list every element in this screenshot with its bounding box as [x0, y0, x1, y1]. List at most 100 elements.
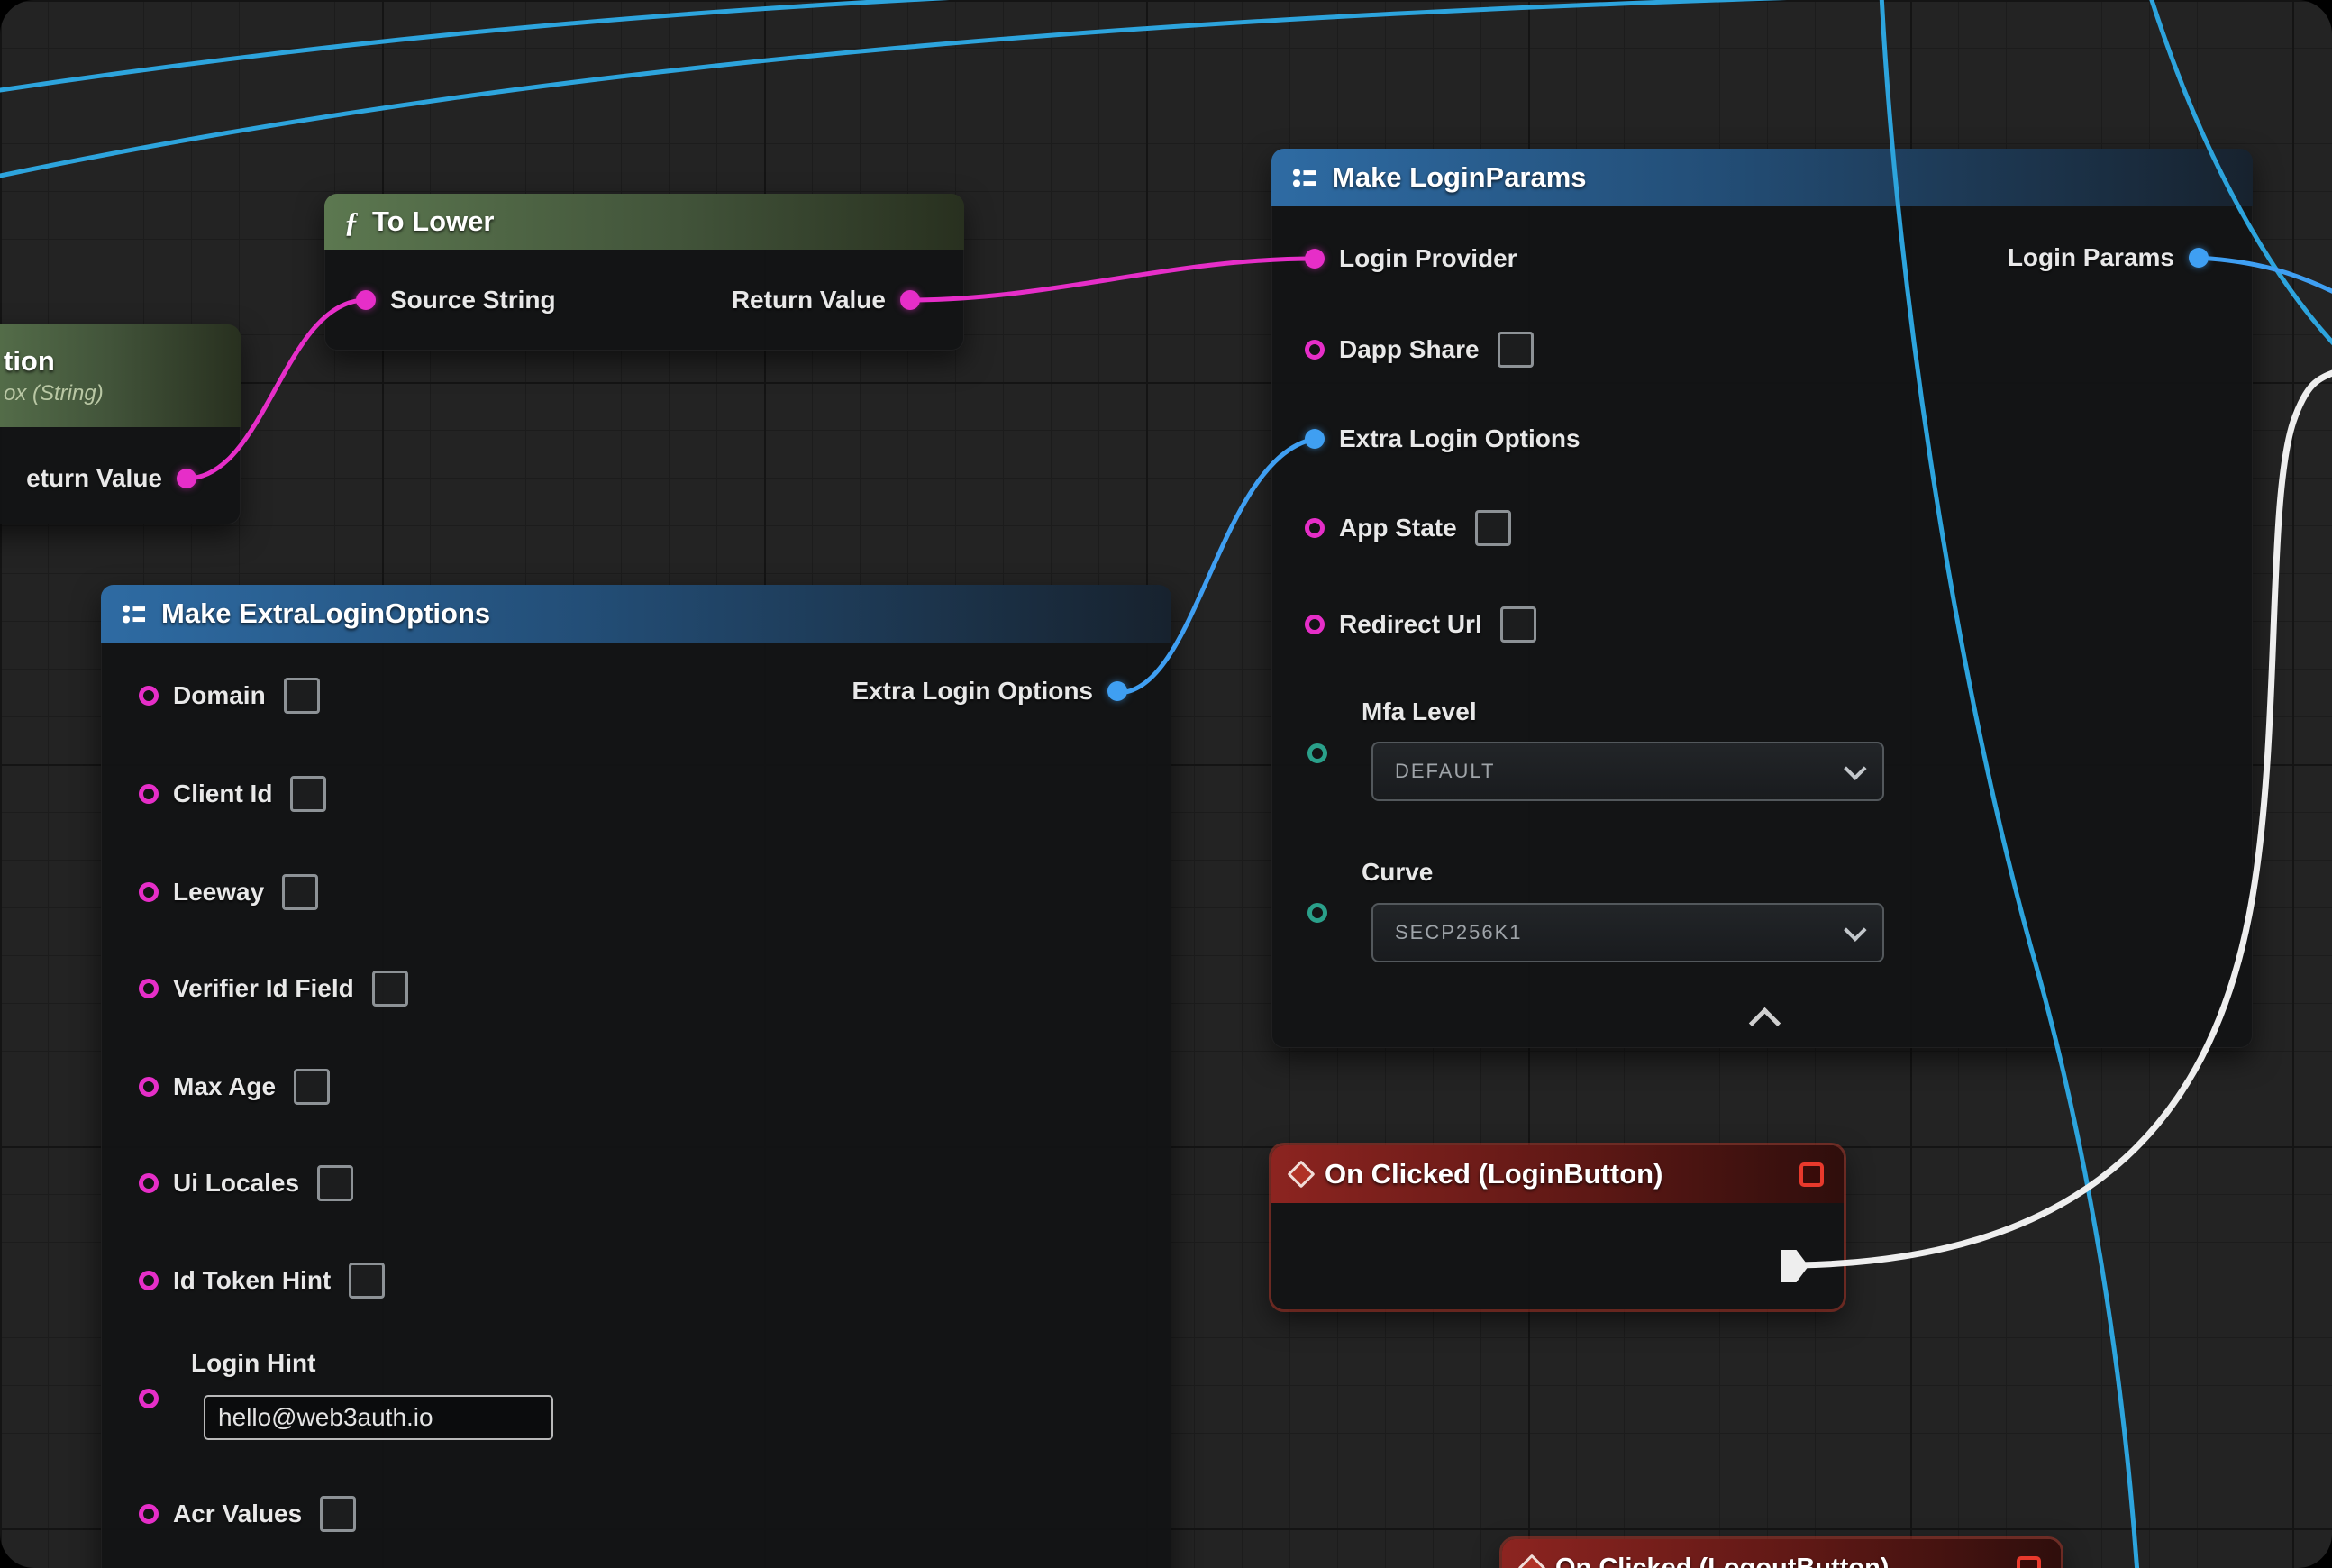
pin-label: Acr Values [173, 1500, 302, 1528]
node-header[interactable]: Make LoginParams [1271, 149, 2253, 206]
pin-label: Redirect Url [1339, 610, 1482, 639]
login-hint-input[interactable] [204, 1395, 553, 1440]
dropdown-value: DEFAULT [1395, 760, 1495, 783]
pin-label: Source String [390, 286, 556, 315]
pin-label: Dapp Share [1339, 335, 1480, 364]
checkbox-acr-values[interactable] [320, 1496, 356, 1532]
node-onclicked-loginbutton[interactable]: On Clicked (LoginButton) [1271, 1145, 1844, 1309]
blueprint-canvas[interactable]: tion ox (String) eturn Value ƒ To Lower … [0, 0, 2332, 1568]
pin-ui-locales[interactable] [139, 1173, 159, 1193]
checkbox-max-age[interactable] [294, 1069, 330, 1105]
pin-mfa-level[interactable] [1307, 743, 1327, 763]
pin-row: Id Token Hint [101, 1253, 1171, 1308]
curve-dropdown[interactable]: SECP256K1 [1371, 903, 1884, 962]
node-make-extraloginoptions[interactable]: Make ExtraLoginOptions Extra Login Optio… [101, 585, 1171, 1568]
pin-extra-login-options-in[interactable] [1305, 429, 1325, 449]
pin-login-hint[interactable] [139, 1389, 159, 1408]
node-header[interactable]: Make ExtraLoginOptions [101, 585, 1171, 643]
delegate-pin[interactable] [1799, 1162, 1824, 1187]
pin-row: Extra Login Options [1271, 412, 2253, 466]
wire-cyan-top-short[interactable] [0, 0, 1014, 90]
pin-domain[interactable] [139, 686, 159, 706]
pin-client-id[interactable] [139, 784, 159, 804]
chevron-down-icon [1844, 757, 1866, 779]
pin-label: Return Value [732, 286, 886, 315]
pin-row: Redirect Url [1271, 597, 2253, 652]
node-make-loginparams[interactable]: Make LoginParams Login Params Login Prov… [1271, 149, 2253, 1048]
pin-label: Ui Locales [173, 1169, 299, 1198]
checkbox-leeway[interactable] [282, 874, 318, 910]
pin-row: Source String Return Value [324, 273, 964, 327]
pin-label: Verifier Id Field [173, 974, 354, 1003]
node-title: On Clicked (LogoutButton) [1555, 1554, 1890, 1568]
function-icon: ƒ [344, 205, 359, 239]
delegate-pin[interactable] [2017, 1556, 2041, 1568]
pin-return-value[interactable] [177, 469, 196, 488]
pin-acr-values[interactable] [139, 1504, 159, 1524]
pin-dapp-share[interactable] [1305, 340, 1325, 360]
checkbox-verifier-id-field[interactable] [372, 971, 408, 1007]
node-title: tion [4, 345, 55, 378]
collapse-node-chevron[interactable] [1749, 1007, 1781, 1039]
pin-source-string[interactable] [356, 290, 376, 310]
pin-label: Login Provider [1339, 244, 1517, 273]
checkbox-id-token-hint[interactable] [349, 1263, 385, 1299]
node-header[interactable]: ƒ To Lower [324, 194, 964, 250]
event-icon [1287, 1160, 1315, 1188]
exec-out-pin[interactable] [1781, 1250, 1808, 1282]
node-partial-left[interactable]: tion ox (String) eturn Value [0, 324, 241, 524]
node-title: On Clicked (LoginButton) [1325, 1158, 1662, 1190]
pin-label: Client Id [173, 779, 272, 808]
pin-row: Acr Values [101, 1487, 1171, 1541]
node-title: Make ExtraLoginOptions [161, 597, 490, 630]
pin-label: App State [1339, 514, 1457, 542]
pin-row: Login Provider [1271, 232, 2253, 286]
pin-label: Id Token Hint [173, 1266, 331, 1295]
pin-app-state[interactable] [1305, 518, 1325, 538]
make-struct-icon [1291, 166, 1318, 190]
node-header[interactable]: tion ox (String) [0, 324, 241, 427]
pin-label: Curve [1362, 858, 1433, 887]
pin-row: Leeway [101, 865, 1171, 919]
pin-row: eturn Value [0, 451, 241, 506]
checkbox-client-id[interactable] [290, 776, 326, 812]
pin-row: Ui Locales [101, 1156, 1171, 1210]
chevron-down-icon [1844, 918, 1866, 941]
event-icon [1517, 1554, 1545, 1568]
node-header[interactable]: On Clicked (LogoutButton) [1502, 1539, 2061, 1568]
pin-return-value[interactable] [900, 290, 920, 310]
pin-label: Login Hint [191, 1349, 315, 1378]
pin-max-age[interactable] [139, 1077, 159, 1097]
pin-row: Max Age [101, 1060, 1171, 1114]
pin-leeway[interactable] [139, 882, 159, 902]
pin-row: Domain [101, 669, 1171, 723]
checkbox-redirect-url[interactable] [1500, 606, 1536, 643]
checkbox-dapp-share[interactable] [1498, 332, 1534, 368]
dropdown-value: SECP256K1 [1395, 921, 1523, 944]
pin-label: Domain [173, 681, 266, 710]
checkbox-ui-locales[interactable] [317, 1165, 353, 1201]
checkbox-domain[interactable] [284, 678, 320, 714]
pin-verifier-id-field[interactable] [139, 979, 159, 998]
pin-row: App State [1271, 501, 2253, 555]
pin-row: Dapp Share [1271, 323, 2253, 377]
pin-row: Verifier Id Field [101, 962, 1171, 1016]
pin-id-token-hint[interactable] [139, 1271, 159, 1290]
node-title: To Lower [372, 205, 494, 238]
pin-label: Mfa Level [1362, 697, 1477, 726]
checkbox-app-state[interactable] [1475, 510, 1511, 546]
pin-label: Extra Login Options [1339, 424, 1580, 453]
wire-tolower-to-provider[interactable] [910, 259, 1315, 300]
pin-redirect-url[interactable] [1305, 615, 1325, 634]
node-header[interactable]: On Clicked (LoginButton) [1271, 1145, 1844, 1203]
pin-curve[interactable] [1307, 903, 1327, 923]
node-subtitle: ox (String) [4, 381, 104, 406]
pin-label: eturn Value [26, 464, 162, 493]
pin-label: Leeway [173, 878, 264, 907]
node-to-lower[interactable]: ƒ To Lower Source String Return Value [324, 194, 964, 351]
node-onclicked-logoutbutton[interactable]: On Clicked (LogoutButton) [1502, 1539, 2061, 1568]
pin-label: Max Age [173, 1072, 276, 1101]
mfa-level-dropdown[interactable]: DEFAULT [1371, 742, 1884, 801]
make-struct-icon [121, 602, 148, 626]
pin-login-provider[interactable] [1305, 249, 1325, 269]
